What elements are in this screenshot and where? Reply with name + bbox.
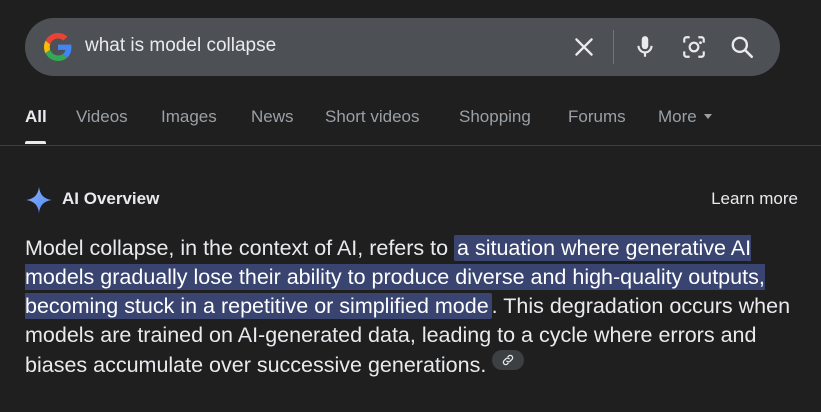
search-input[interactable]: what is model collapse <box>85 35 276 57</box>
ai-text-before: Model collapse, in the context of AI, re… <box>25 236 455 260</box>
mic-icon[interactable] <box>632 34 658 60</box>
search-icon[interactable] <box>729 34 755 60</box>
google-g-icon <box>44 33 72 61</box>
tab-videos[interactable]: Videos <box>76 107 128 127</box>
tab-more-label: More <box>658 107 697 126</box>
lens-icon[interactable] <box>681 34 707 60</box>
tab-short-videos[interactable]: Short videos <box>325 107 420 127</box>
search-bar[interactable]: what is model collapse <box>25 18 780 76</box>
search-bar-divider <box>613 30 614 64</box>
source-link-button[interactable] <box>492 350 525 370</box>
close-icon[interactable] <box>571 34 597 60</box>
tab-shopping[interactable]: Shopping <box>459 107 531 127</box>
ai-overview-text: Model collapse, in the context of AI, re… <box>25 234 815 380</box>
tab-all[interactable]: All <box>25 107 47 127</box>
chevron-down-icon <box>703 114 712 119</box>
tab-news[interactable]: News <box>251 107 294 127</box>
tab-more[interactable]: More <box>658 107 712 127</box>
link-icon <box>503 354 514 366</box>
learn-more-link[interactable]: Learn more <box>711 189 798 209</box>
ai-overview-title: AI Overview <box>62 189 160 208</box>
tabs-divider <box>0 145 821 146</box>
sparkle-icon <box>26 187 52 213</box>
tab-images[interactable]: Images <box>161 107 217 127</box>
search-results-page: what is model collapse All Videos Images… <box>0 0 821 412</box>
ai-overview-header: AI Overview Learn more <box>25 184 805 216</box>
active-tab-indicator <box>25 141 46 144</box>
tab-forums[interactable]: Forums <box>568 107 626 127</box>
